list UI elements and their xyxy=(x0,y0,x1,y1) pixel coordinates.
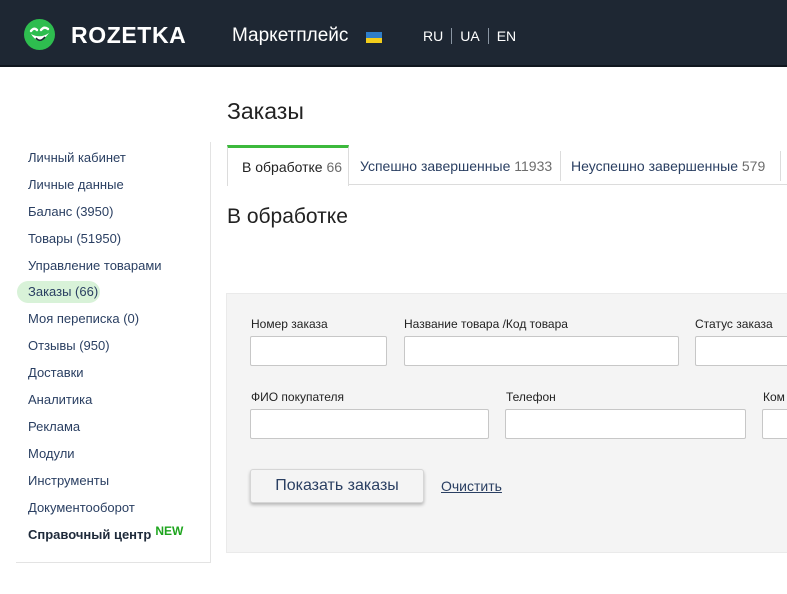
order-status-tabs: В обработке 66 Успешно завершенные 11933… xyxy=(227,145,787,186)
product-name-input[interactable] xyxy=(404,336,679,366)
tab-completed-successfully[interactable]: Успешно завершенные 11933 xyxy=(360,145,552,185)
tab-count: 66 xyxy=(326,159,343,175)
language-switcher: RU UA EN xyxy=(423,27,516,45)
sidebar-item-advertising[interactable]: Реклама xyxy=(28,419,80,435)
sidebar-item-label: Справочный центр xyxy=(28,527,152,542)
tab-label: Успешно завершенные xyxy=(360,158,511,174)
sidebar-item-reviews[interactable]: Отзывы (950) xyxy=(28,338,110,354)
buyer-name-label: ФИО покупателя xyxy=(251,390,345,404)
order-status-input[interactable] xyxy=(695,336,787,366)
sidebar-item-orders[interactable]: Заказы (66) xyxy=(16,281,101,303)
sidebar-item-product-management[interactable]: Управление товарами xyxy=(28,258,162,274)
tab-divider xyxy=(780,151,781,181)
top-header: ROZETKA Маркетплейс RU UA EN xyxy=(0,0,787,67)
lang-divider xyxy=(487,28,489,44)
tab-label: Неуспешно завершенные xyxy=(571,158,738,174)
order-status-label: Статус заказа xyxy=(695,317,773,331)
order-number-label: Номер заказа xyxy=(251,317,328,331)
product-name-label: Название товара /Код товара xyxy=(404,317,568,331)
sidebar-nav: Личный кабинет Личные данные Баланс (395… xyxy=(16,142,211,563)
clear-filters-link[interactable]: Очистить xyxy=(441,478,502,494)
sidebar-item-messages[interactable]: Моя переписка (0) xyxy=(28,311,139,327)
tab-in-progress[interactable]: В обработке 66 xyxy=(227,145,349,186)
sidebar-item-document-flow[interactable]: Документооборот xyxy=(28,500,135,516)
tab-completed-unsuccessfully[interactable]: Неуспешно завершенные 579 xyxy=(571,145,765,185)
sidebar-item-deliveries[interactable]: Доставки xyxy=(28,365,84,381)
marketplace-label: Маркетплейс xyxy=(232,25,349,46)
comment-input[interactable] xyxy=(762,409,787,439)
sidebar-item-help-center[interactable]: Справочный центр NEW xyxy=(28,524,184,543)
sidebar-item-personal-cabinet[interactable]: Личный кабинет xyxy=(28,150,126,166)
sidebar-item-tools[interactable]: Инструменты xyxy=(28,473,109,489)
section-title: В обработке xyxy=(227,205,348,228)
tab-divider xyxy=(560,151,561,181)
new-badge: NEW xyxy=(155,524,184,538)
phone-input[interactable] xyxy=(505,409,746,439)
comment-label: Ком xyxy=(763,390,785,404)
sidebar-item-analytics[interactable]: Аналитика xyxy=(28,392,92,408)
tab-count: 11933 xyxy=(514,158,553,174)
sidebar-item-products[interactable]: Товары (51950) xyxy=(28,231,121,247)
ukraine-flag-icon xyxy=(366,32,382,43)
lang-en[interactable]: EN xyxy=(497,28,516,44)
page-title: Заказы xyxy=(227,98,304,124)
tab-count: 579 xyxy=(741,158,766,174)
order-number-input[interactable] xyxy=(250,336,387,366)
show-orders-button[interactable]: Показать заказы xyxy=(250,469,424,503)
buyer-name-input[interactable] xyxy=(250,409,489,439)
rozetka-smile-logo-icon[interactable] xyxy=(24,19,55,50)
lang-divider xyxy=(451,28,453,44)
lang-ru[interactable]: RU xyxy=(423,28,443,44)
sidebar-item-balance[interactable]: Баланс (3950) xyxy=(28,204,113,220)
sidebar-item-personal-data[interactable]: Личные данные xyxy=(28,177,124,193)
phone-label: Телефон xyxy=(506,390,556,404)
lang-ua[interactable]: UA xyxy=(460,28,479,44)
sidebar-item-modules[interactable]: Модули xyxy=(28,446,75,462)
tab-label: В обработке xyxy=(242,159,323,175)
brand-name[interactable]: ROZETKA xyxy=(71,22,186,48)
